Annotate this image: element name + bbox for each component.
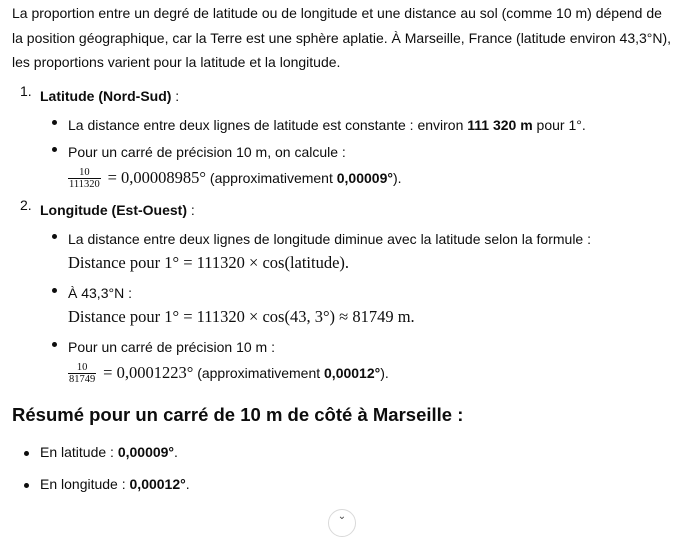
section-title-suffix: : xyxy=(187,201,195,218)
message-content: La proportion entre un degré de latitude… xyxy=(12,0,672,500)
item-text: En latitude : xyxy=(40,443,118,460)
bullet-icon xyxy=(52,287,57,293)
numbered-list: 1. Latitude (Nord-Sud) : La distance ent… xyxy=(12,81,672,390)
fraction: 10 111320 xyxy=(68,167,101,190)
item-text: La distance entre deux lignes de latitud… xyxy=(68,116,468,133)
list-item: La distance entre deux lignes de latitud… xyxy=(40,111,672,138)
approx-text-end: ). xyxy=(392,169,402,186)
approx-value: 0,00012° xyxy=(324,364,381,381)
scroll-down-button[interactable]: ⌄ xyxy=(328,509,356,537)
section-title: Longitude (Est-Ouest) xyxy=(40,201,187,218)
fraction-numerator: 10 xyxy=(79,167,90,179)
section-heading: 2. Longitude (Est-Ouest) : xyxy=(20,195,672,225)
intro-paragraph: La proportion entre un degré de latitude… xyxy=(12,5,672,70)
item-text: Pour un carré de précision 10 m : xyxy=(68,338,275,355)
fraction: 10 81749 xyxy=(68,362,97,386)
list-item: La distance entre deux lignes de longitu… xyxy=(40,225,672,279)
bullet-icon xyxy=(52,341,57,347)
item-text-end: pour 1°. xyxy=(532,116,586,133)
math-formula: 10 81749 = 0,0001223° (approximativement… xyxy=(68,360,672,390)
item-bold: 0,00012° xyxy=(129,475,186,492)
bullet-icon xyxy=(52,146,57,152)
item-text: Pour un carré de précision 10 m, on calc… xyxy=(68,143,346,160)
list-item: En longitude : 0,00012°. xyxy=(12,468,672,500)
fraction-denominator: 81749 xyxy=(68,373,97,386)
item-text-end: . xyxy=(185,475,190,492)
summary-heading: Résumé pour un carré de 10 m de côté à M… xyxy=(12,403,464,425)
math-formula: Distance pour 1° = 111320 × cos(latitude… xyxy=(68,252,350,272)
approx-value: 0,00009° xyxy=(336,169,393,186)
bullet-list: La distance entre deux lignes de longitu… xyxy=(40,225,672,390)
list-number: 2. xyxy=(20,196,32,213)
math-result: = 0,0001223° xyxy=(103,362,194,382)
math-formula: Distance pour 1° = 111320 × cos(43, 3°) … xyxy=(68,306,415,326)
summary-list: En latitude : 0,00009°. En longitude : 0… xyxy=(12,436,672,500)
approx-text: (approximativement xyxy=(197,364,325,381)
bullet-list: La distance entre deux lignes de latitud… xyxy=(40,111,672,195)
chevron-down-icon: ⌄ xyxy=(337,511,347,522)
item-text: À 43,3°N : xyxy=(68,284,132,301)
bullet-icon xyxy=(52,119,57,125)
fraction-denominator: 111320 xyxy=(68,178,101,191)
math-formula: 10 111320 = 0,00008985° (approximativeme… xyxy=(68,165,672,195)
list-item: Pour un carré de précision 10 m, on calc… xyxy=(40,138,672,195)
approx-text-end: ). xyxy=(380,364,389,381)
math-result: = 0,00008985° xyxy=(107,167,207,187)
list-item: En latitude : 0,00009°. xyxy=(12,436,672,468)
item-text: En longitude : xyxy=(40,475,130,492)
list-number: 1. xyxy=(20,82,32,99)
section-latitude: 1. Latitude (Nord-Sud) : La distance ent… xyxy=(12,81,672,195)
item-text-end: . xyxy=(174,443,178,460)
list-item: À 43,3°N : Distance pour 1° = 111320 × c… xyxy=(40,279,672,333)
item-bold: 0,00009° xyxy=(117,443,175,460)
section-title-suffix: : xyxy=(171,87,180,104)
section-title: Latitude (Nord-Sud) xyxy=(40,87,172,104)
approx-text: (approximativement xyxy=(209,169,337,186)
list-item: Pour un carré de précision 10 m : 10 817… xyxy=(40,333,672,390)
fraction-numerator: 10 xyxy=(76,362,88,374)
bullet-icon xyxy=(24,482,29,488)
item-bold: 111 320 m xyxy=(467,116,533,133)
section-longitude: 2. Longitude (Est-Ouest) : La distance e… xyxy=(12,195,672,390)
section-heading: 1. Latitude (Nord-Sud) : xyxy=(20,81,672,111)
item-text: La distance entre deux lignes de longitu… xyxy=(68,230,591,247)
bullet-icon xyxy=(52,233,57,239)
bullet-icon xyxy=(24,450,29,456)
